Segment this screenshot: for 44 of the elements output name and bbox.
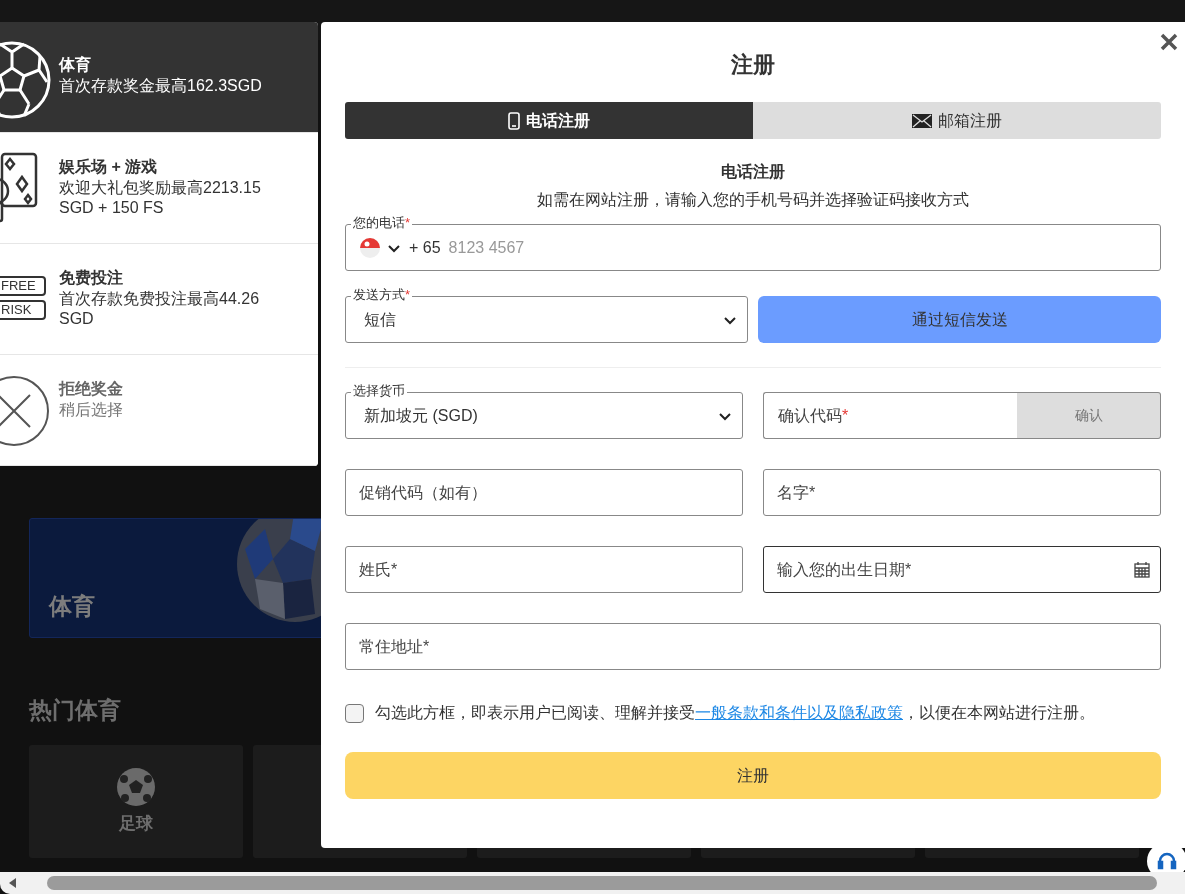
- terms-checkbox[interactable]: [345, 703, 364, 723]
- bonus-description: 首次存款免费投注最高44.26 SGD: [59, 289, 261, 329]
- date-field[interactable]: 输入您的出生日期*: [763, 546, 1161, 593]
- tab[interactable]: 电话注册: [345, 102, 753, 139]
- bonus-title: 体育: [59, 55, 92, 75]
- input-field[interactable]: 促销代码（如有）: [345, 469, 743, 516]
- tab[interactable]: 邮箱注册: [753, 102, 1161, 139]
- calendar-icon[interactable]: [1134, 561, 1150, 578]
- field-label: 发送方式*: [351, 287, 413, 303]
- soccer-ball-icon: [116, 767, 156, 807]
- bonus-title: 拒绝奖金: [59, 379, 124, 399]
- envelope-icon: [912, 113, 932, 128]
- ticket-badge: FREE: [0, 276, 46, 296]
- terms-text: 勾选此方框，即表示用户已阅读、理解并接受一般条款和条件以及隐私政策，以便在本网站进行注册。: [375, 703, 1095, 723]
- register-button[interactable]: 注册: [345, 752, 1161, 799]
- scroll-left-icon[interactable]: [9, 878, 17, 888]
- ticket-badge: RISK: [0, 300, 46, 320]
- singapore-flag-icon: [359, 236, 381, 259]
- phone-icon: [508, 111, 520, 130]
- bonus-description: 稍后选择: [59, 400, 124, 420]
- terms-link[interactable]: 一般条款和条件以及隐私政策: [695, 704, 903, 721]
- scrollbar-thumb[interactable]: [47, 876, 1157, 890]
- subtitle: 如需在网站注册，请输入您的手机号码并选择验证码接收方式: [536, 190, 970, 210]
- input-field[interactable]: 名字*: [763, 469, 1161, 516]
- field-label: 您的电话*: [351, 215, 413, 231]
- banner-title: 体育: [49, 592, 95, 621]
- bonus-option[interactable]: 体育 首次存款奖金最高162.3SGD: [0, 22, 318, 133]
- section-title: 热门体育: [29, 696, 121, 725]
- input-field[interactable]: 姓氏*: [345, 546, 743, 593]
- country-code: + 65: [409, 237, 441, 258]
- bonus-description: 首次存款奖金最高162.3SGD: [59, 76, 263, 96]
- input-field[interactable]: 常住地址*: [345, 623, 1161, 670]
- dialog-title: 注册: [730, 51, 776, 79]
- send-button[interactable]: 通过短信发送: [758, 296, 1161, 343]
- bonus-title: 娱乐场 + 游戏: [59, 157, 159, 177]
- headset-icon: [1157, 851, 1177, 871]
- bonus-title: 免费投注: [59, 268, 124, 288]
- field-label: 选择货币: [351, 383, 407, 399]
- bonus-description: 欢迎大礼包奖励最高2213.15 SGD + 150 FS: [59, 178, 262, 218]
- section-heading: 电话注册: [720, 162, 786, 182]
- tile-label: 足球: [119, 813, 153, 835]
- scrollbar[interactable]: [0, 872, 1185, 894]
- phone-input[interactable]: 8123 4567: [448, 235, 1147, 260]
- close-icon: [1160, 33, 1178, 51]
